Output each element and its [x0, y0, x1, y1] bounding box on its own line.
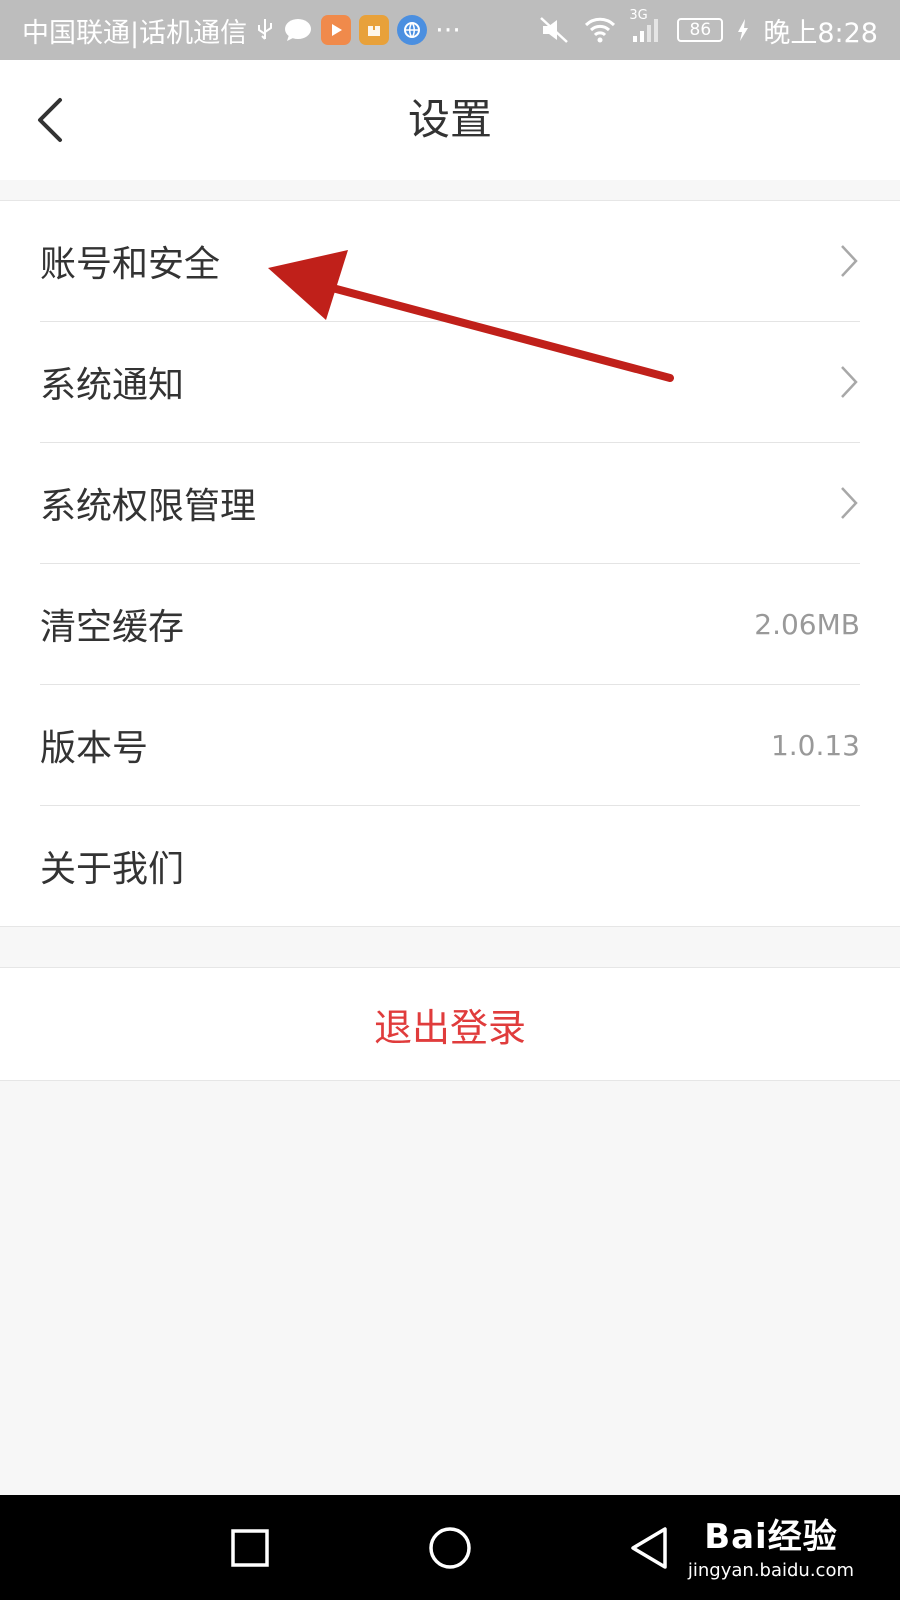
- settings-row-label: 关于我们: [40, 849, 185, 890]
- settings-row-account-security[interactable]: 账号和安全: [40, 201, 860, 322]
- cell-signal-icon: 3G: [629, 8, 663, 44]
- nav-back-button[interactable]: [625, 1523, 675, 1573]
- status-right: 3G 86 晚上8:28: [539, 8, 878, 50]
- chevron-right-icon: [841, 487, 858, 519]
- settings-row-label: 版本号: [40, 728, 149, 769]
- network-type-label: 3G: [629, 8, 648, 23]
- video-app-icon: [321, 15, 352, 45]
- circle-icon: [429, 1527, 471, 1569]
- settings-row-about-us[interactable]: 关于我们: [40, 806, 860, 926]
- watermark-url: jingyan.baidu.com: [687, 1560, 854, 1581]
- chevron-right-icon: [841, 245, 858, 277]
- settings-list: 账号和安全 系统通知 系统权限管理 清空缓存 2.06MB 版本号 1.0.13…: [0, 200, 900, 927]
- baidu-watermark: Bai经验 jingyan.baidu.com: [688, 1509, 854, 1581]
- package-app-icon: [359, 15, 390, 45]
- back-arrow-icon: [38, 98, 62, 142]
- settings-row-version: 版本号 1.0.13: [40, 685, 860, 806]
- chat-bubble-icon: [283, 17, 313, 43]
- mute-icon: [539, 16, 569, 44]
- browser-app-icon: [397, 15, 428, 45]
- carrier-label: 中国联通|话机通信: [22, 17, 248, 49]
- wifi-icon: [583, 16, 617, 44]
- chevron-right-icon: [841, 366, 858, 398]
- settings-row-permission-management[interactable]: 系统权限管理: [40, 443, 860, 564]
- recents-button[interactable]: [225, 1523, 275, 1573]
- logout-button[interactable]: 退出登录: [0, 967, 900, 1081]
- charging-icon: [737, 18, 749, 42]
- more-notifications: ···: [435, 14, 461, 46]
- cache-size-value: 2.06MB: [754, 607, 860, 641]
- square-icon: [231, 1529, 269, 1567]
- app-header: 设置: [0, 60, 900, 180]
- settings-row-label: 系统通知: [40, 365, 185, 406]
- usb-icon: [255, 17, 275, 43]
- clock: 晚上8:28: [763, 17, 878, 49]
- settings-row-clear-cache[interactable]: 清空缓存 2.06MB: [40, 564, 860, 685]
- version-value: 1.0.13: [770, 728, 860, 762]
- settings-row-label: 系统权限管理: [40, 486, 257, 527]
- status-bar: 中国联通|话机通信 ··· 3G 86 晚上8:28: [0, 0, 900, 60]
- settings-row-label: 清空缓存: [40, 607, 185, 648]
- settings-row-label: 账号和安全: [40, 244, 221, 285]
- settings-row-system-notifications[interactable]: 系统通知: [40, 322, 860, 443]
- watermark-logo: Bai经验: [704, 1517, 838, 1557]
- system-nav-bar: Bai经验 jingyan.baidu.com: [0, 1495, 900, 1600]
- home-button[interactable]: [425, 1523, 475, 1573]
- battery-indicator: 86: [677, 18, 724, 42]
- triangle-back-icon: [631, 1527, 667, 1569]
- notification-icons: ···: [255, 15, 461, 46]
- back-button[interactable]: [28, 90, 88, 150]
- page-title: 设置: [407, 95, 492, 144]
